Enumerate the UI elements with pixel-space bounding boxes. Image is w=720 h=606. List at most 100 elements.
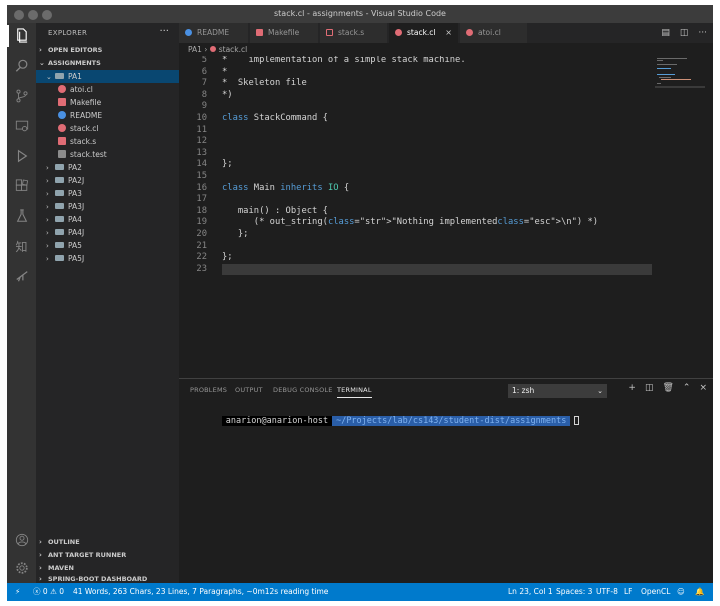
file-item[interactable]: README [36, 109, 179, 122]
status-bar: ⚡ ⓧ 0 ⚠ 0 41 Words, 263 Chars, 23 Lines,… [7, 583, 713, 601]
file-item[interactable]: Makefile [36, 96, 179, 109]
breadcrumb-folder[interactable]: PA1 [188, 45, 202, 54]
tab-problems[interactable]: PROBLEMS [190, 386, 227, 394]
maximize-window-button[interactable] [42, 10, 52, 20]
search-icon[interactable] [13, 59, 30, 76]
tree-item-label: PA4J [68, 228, 85, 237]
file-item[interactable]: stack.cl [36, 122, 179, 135]
maven-section[interactable]: › MAVEN [36, 562, 179, 575]
tree-item-label: PA5J [68, 254, 85, 263]
explorer-icon[interactable] [13, 28, 30, 45]
folder-item[interactable]: › PA3 [36, 187, 179, 200]
spring-boot-dashboard-section[interactable]: › SPRING-BOOT DASHBOARD [36, 575, 179, 583]
tree-item-label: Makefile [70, 98, 102, 107]
indentation[interactable]: Spaces: 3 [556, 583, 592, 601]
encoding[interactable]: UTF-8 [596, 583, 618, 601]
folder-icon [55, 190, 64, 196]
minimap[interactable] [655, 56, 707, 96]
folder-icon [55, 73, 64, 79]
chevron-right-icon: › [39, 538, 42, 546]
folder-icon [55, 242, 64, 248]
more-actions-icon[interactable]: ··· [698, 28, 707, 38]
language-mode[interactable]: OpenCL [641, 583, 670, 601]
settings-gear-icon[interactable] [13, 561, 30, 578]
tab-atoi-cl[interactable]: atoi.cl [460, 23, 528, 43]
terminal-prompt[interactable]: anarion@anarion-host ~/Projects/lab/cs143… [191, 405, 580, 426]
line-text: }; [222, 159, 233, 170]
cursor-position[interactable]: Ln 23, Col 1 [508, 583, 553, 601]
close-window-button[interactable] [14, 10, 24, 20]
remote-explorer-icon[interactable] [13, 119, 30, 136]
close-panel-icon[interactable]: × [699, 383, 707, 393]
folder-item[interactable]: › PA4J [36, 226, 179, 239]
run-debug-icon[interactable] [13, 149, 30, 166]
assignments-section[interactable]: ⌄ ASSIGNMENTS [36, 57, 179, 70]
code-line: 20 }; [179, 229, 659, 241]
ant-icon[interactable] [13, 269, 30, 286]
trash-icon[interactable]: 🗑 [662, 383, 673, 393]
tab-output[interactable]: OUTPUT [235, 386, 263, 394]
folder-item[interactable]: › PA2J [36, 174, 179, 187]
more-actions-icon[interactable]: ··· [159, 26, 169, 37]
folder-icon [55, 164, 64, 170]
line-number: 12 [196, 136, 207, 147]
tree-item-label: PA3 [68, 189, 82, 198]
split-editor-icon[interactable]: ◫ [680, 28, 689, 38]
error-count: 0 [42, 587, 48, 596]
account-icon[interactable] [13, 533, 30, 550]
tree-item-label: PA2J [68, 176, 85, 185]
makefile-icon [58, 98, 66, 106]
maximize-panel-icon[interactable]: ⌃ [683, 383, 691, 393]
line-text: class Main inherits IO { [222, 182, 350, 193]
split-terminal-icon[interactable]: ◫ [645, 383, 654, 393]
chevron-down-icon: ⌄ [39, 59, 45, 67]
folder-item[interactable]: › PA5 [36, 239, 179, 252]
line-text: class StackCommand { [222, 113, 328, 123]
testing-flask-icon[interactable] [13, 209, 30, 226]
sidebar-title: EXPLORER [48, 29, 88, 37]
tab-stack-cl[interactable]: stack.cl × [389, 23, 459, 43]
line-text: *) [222, 89, 233, 100]
asm-icon [326, 28, 333, 36]
file-item[interactable]: stack.s [36, 135, 179, 148]
line-number: 19 [196, 217, 207, 228]
outline-section[interactable]: › OUTLINE [36, 536, 179, 549]
panel-actions: + ◫ 🗑 ⌃ × [619, 383, 707, 393]
file-item[interactable]: stack.test [36, 148, 179, 161]
code-line: 8 *) [179, 90, 659, 102]
source-control-icon[interactable] [13, 89, 30, 106]
ant-target-runner-section[interactable]: › ANT TARGET RUNNER [36, 549, 179, 562]
new-terminal-icon[interactable]: + [628, 383, 636, 393]
word-count[interactable]: 41 Words, 263 Chars, 23 Lines, 7 Paragra… [73, 583, 328, 601]
open-preview-icon[interactable]: ▤ [661, 28, 670, 38]
line-number: 5 [201, 56, 207, 65]
tree-item-label: PA1 [68, 72, 82, 81]
tab-readme[interactable]: README [179, 23, 249, 43]
tab-makefile[interactable]: Makefile [250, 23, 319, 43]
tab-debug-console[interactable]: DEBUG CONSOLE [273, 386, 333, 394]
folder-item[interactable]: › PA4 [36, 213, 179, 226]
minimize-window-button[interactable] [28, 10, 38, 20]
feedback-icon[interactable]: ☺ [677, 583, 685, 601]
remote-icon[interactable]: ⚡ [15, 583, 20, 601]
terminal-select[interactable]: 1: zsh ⌄ [508, 384, 607, 398]
activity-bar: 知 [7, 23, 36, 583]
open-editors-section[interactable]: › OPEN EDITORS [36, 44, 179, 57]
tab-stack-s[interactable]: stack.s [320, 23, 388, 43]
close-icon[interactable]: × [445, 23, 452, 43]
folder-item[interactable]: › PA2 [36, 161, 179, 174]
knowledge-icon[interactable]: 知 [13, 239, 30, 256]
folder-item[interactable]: › PA3J [36, 200, 179, 213]
line-text: * implementation of a simple stack machi… [222, 56, 466, 65]
end-of-line[interactable]: LF [624, 583, 633, 601]
tab-terminal[interactable]: TERMINAL [337, 386, 372, 398]
extensions-icon[interactable] [13, 179, 30, 196]
folder-item[interactable]: › PA5J [36, 252, 179, 265]
folder-item[interactable]: ⌄ PA1 [36, 70, 179, 83]
breadcrumb-file[interactable]: stack.cl [219, 45, 248, 54]
code-line: 12 [179, 136, 659, 148]
notifications-bell-icon[interactable]: 🔔 [695, 583, 704, 601]
problems-indicator[interactable]: ⓧ 0 ⚠ 0 [33, 583, 64, 601]
code-editor[interactable]: 5 * implementation of a simple stack mach… [179, 56, 713, 383]
file-item[interactable]: atoi.cl [36, 83, 179, 96]
